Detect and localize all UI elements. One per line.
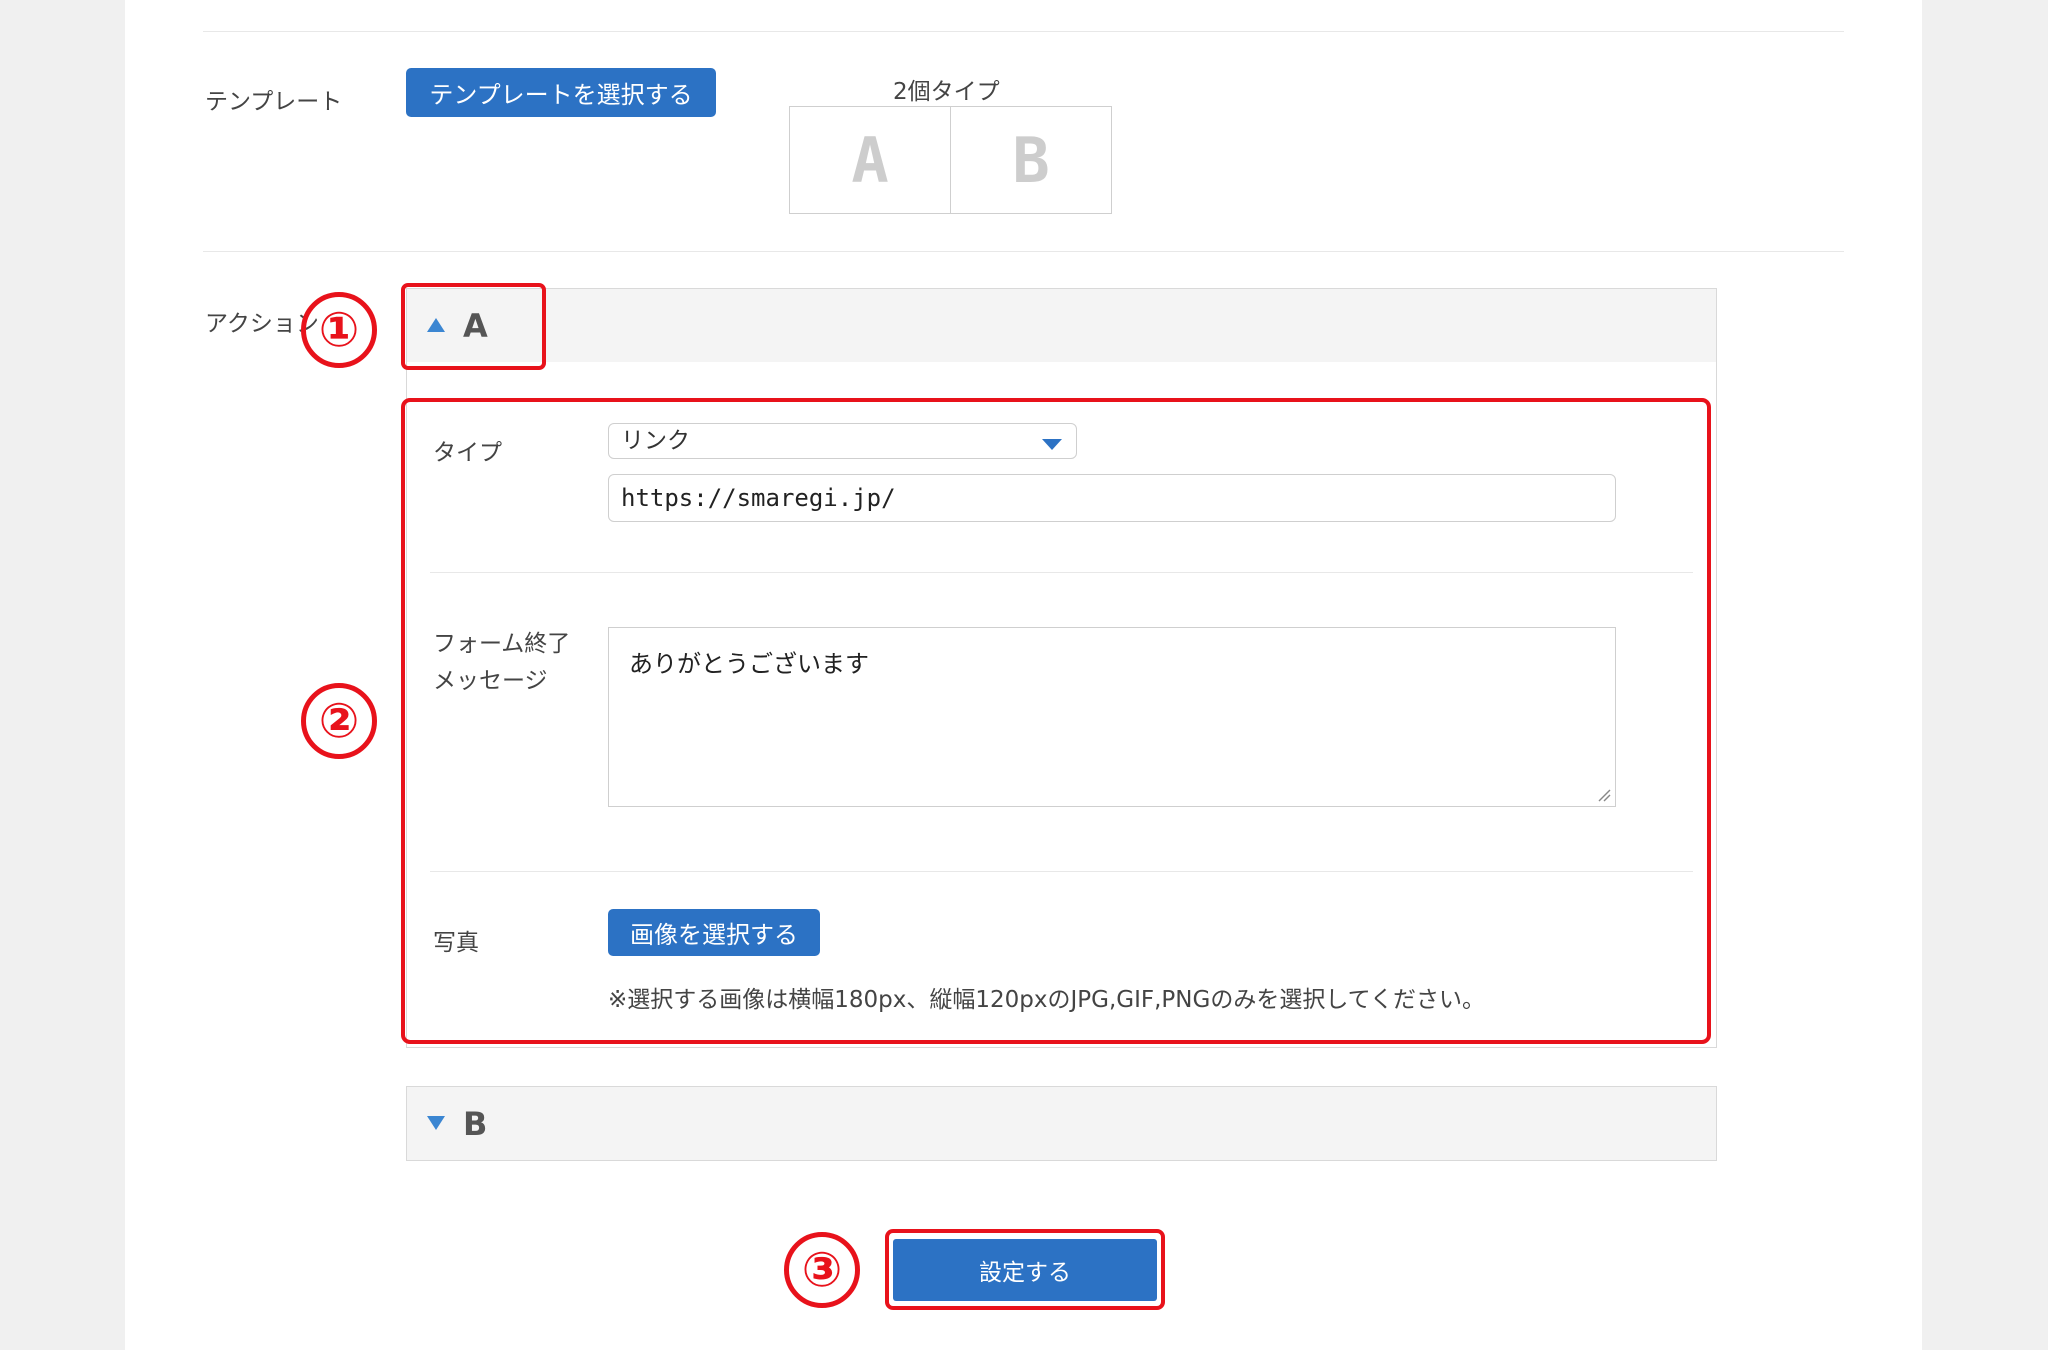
highlight-submit <box>885 1229 1165 1310</box>
template-type-caption: 2個タイプ <box>893 79 1000 105</box>
template-cell-a: A <box>851 123 889 197</box>
divider-middle <box>203 251 1844 252</box>
select-template-button[interactable]: テンプレートを選択する <box>406 68 716 117</box>
accordion-b-title: B <box>463 1105 488 1143</box>
triangle-down-icon <box>427 1116 445 1130</box>
template-label: テンプレート <box>205 89 343 115</box>
divider-top <box>203 31 1844 32</box>
callout-3: ③ <box>784 1232 860 1308</box>
highlight-panel-a <box>401 398 1711 1044</box>
highlight-accordion-a <box>401 283 546 370</box>
accordion-b-header[interactable]: B <box>406 1086 1717 1161</box>
callout-1: ① <box>301 292 377 368</box>
template-preview: A B <box>789 106 1112 214</box>
template-cell-b: B <box>950 107 1111 213</box>
accordion-a-header[interactable]: A <box>406 288 1717 363</box>
callout-2: ② <box>301 683 377 759</box>
